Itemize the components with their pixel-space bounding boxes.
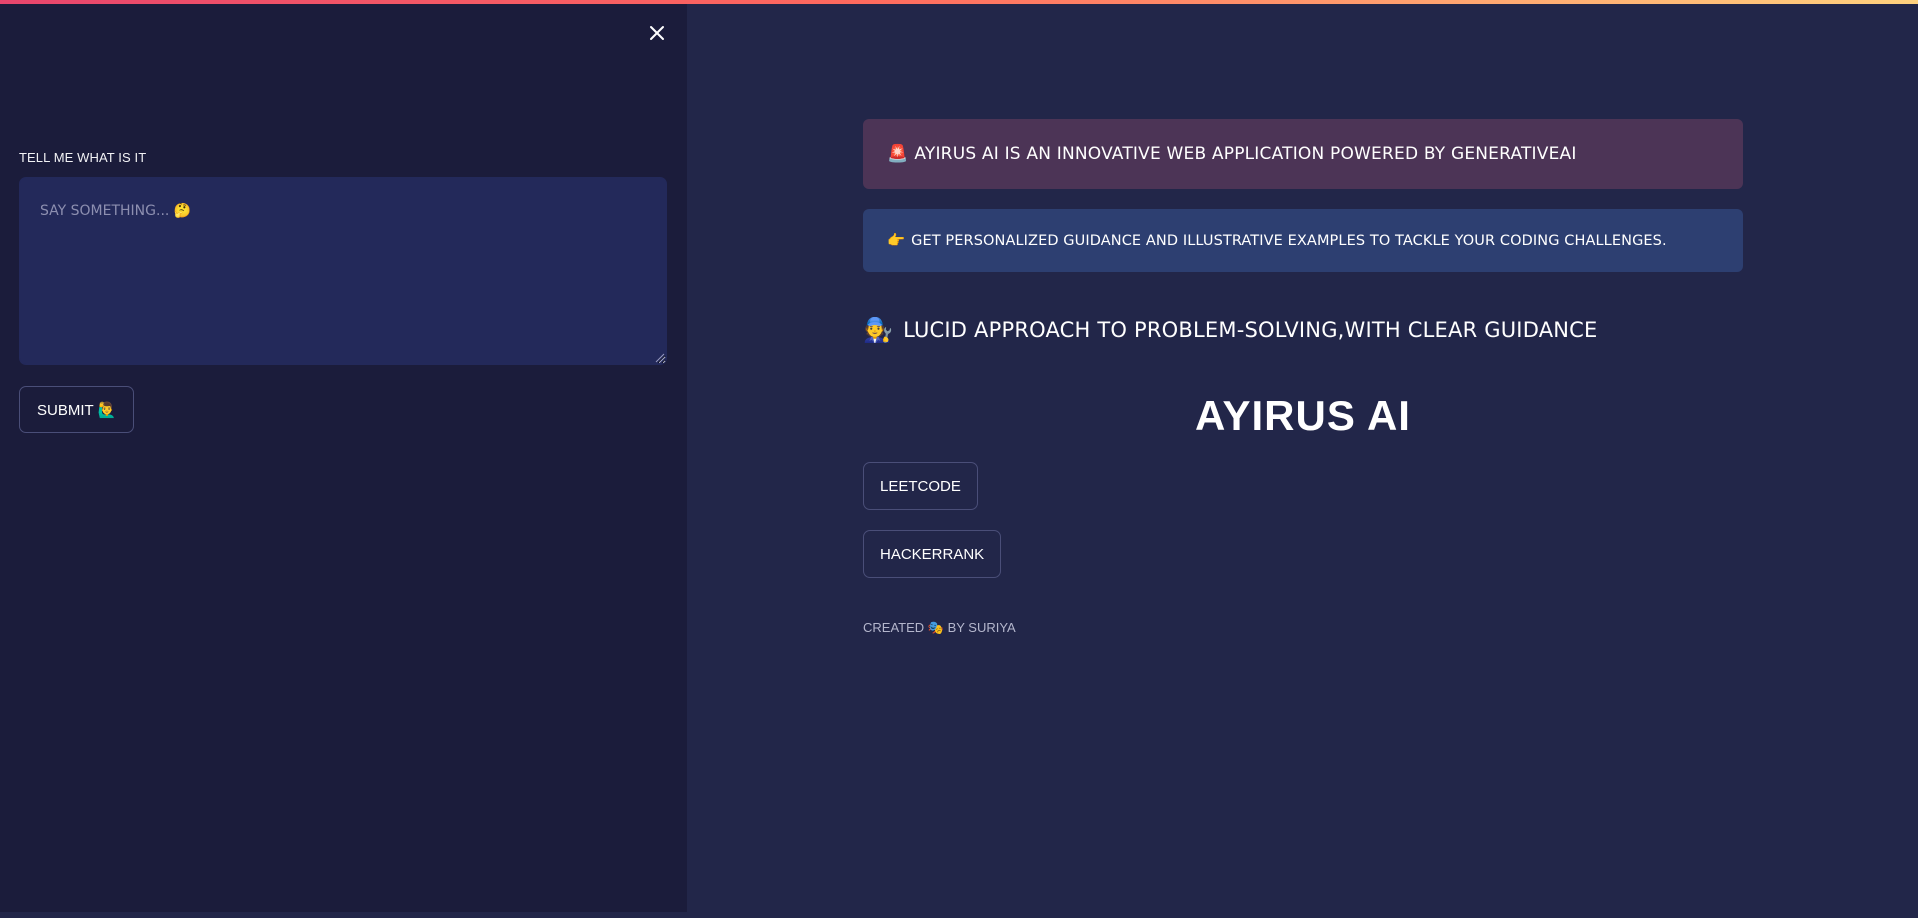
alert-guidance: 👉 GET PERSONALIZED GUIDANCE AND ILLUSTRA… xyxy=(863,209,1743,272)
hackerrank-button[interactable]: HACKERRANK xyxy=(863,530,1002,578)
app-title: AYIRUS AI xyxy=(1195,392,1411,439)
main-panel: 🚨 AYIRUS AI IS AN INNOVATIVE WEB APPLICA… xyxy=(687,0,1918,912)
credit-text: CREATED 🎭 BY SURIYA xyxy=(863,620,1016,635)
submit-button[interactable]: SUBMIT 🙋‍♂️ xyxy=(19,386,135,433)
mechanic-icon: 🧑‍🔧 xyxy=(863,316,894,344)
prompt-textarea[interactable] xyxy=(19,177,667,365)
prompt-label: TELL ME WHAT IS IT xyxy=(19,150,147,165)
alert-guidance-text: GET PERSONALIZED GUIDANCE AND ILLUSTRATI… xyxy=(911,232,1667,249)
siren-icon: 🚨 xyxy=(887,144,909,164)
subheading-text: LUCID APPROACH TO PROBLEM-SOLVING,WITH C… xyxy=(903,318,1598,342)
pointing-hand-icon: 👉 xyxy=(887,233,906,249)
leetcode-button[interactable]: LEETCODE xyxy=(863,462,978,510)
alert-intro: 🚨 AYIRUS AI IS AN INNOVATIVE WEB APPLICA… xyxy=(863,119,1743,189)
close-sidebar-button[interactable] xyxy=(646,22,668,44)
alert-intro-text: AYIRUS AI IS AN INNOVATIVE WEB APPLICATI… xyxy=(914,144,1577,164)
top-accent-bar xyxy=(0,0,1918,4)
close-icon xyxy=(650,26,664,40)
sidebar: TELL ME WHAT IS IT SUBMIT 🙋‍♂️ xyxy=(0,0,687,912)
main-content: 🚨 AYIRUS AI IS AN INNOVATIVE WEB APPLICA… xyxy=(863,119,1743,636)
subheading: 🧑‍🔧 LUCID APPROACH TO PROBLEM-SOLVING,WI… xyxy=(863,312,1743,348)
